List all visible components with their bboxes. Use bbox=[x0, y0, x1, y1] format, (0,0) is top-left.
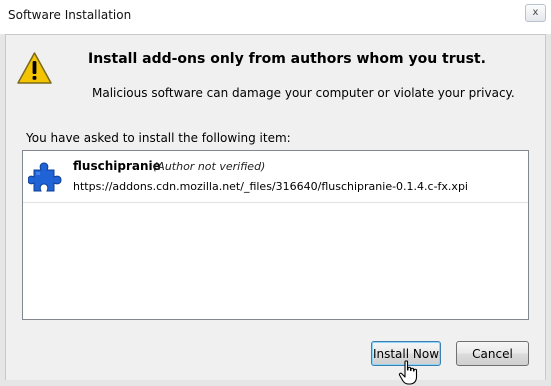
warning-triangle-icon bbox=[17, 52, 52, 84]
hand-pointer-icon bbox=[398, 360, 418, 385]
close-icon: x bbox=[532, 7, 539, 18]
item-list-label: You have asked to install the following … bbox=[26, 131, 291, 145]
dialog-heading: Install add-ons only from authors whom y… bbox=[88, 51, 486, 67]
dialog-warning-text: Malicious software can damage your compu… bbox=[92, 86, 515, 100]
window-frame-bottom bbox=[0, 380, 551, 386]
window-title: Software Installation bbox=[8, 8, 132, 22]
cancel-button[interactable]: Cancel bbox=[456, 341, 529, 366]
window-frame-right bbox=[545, 34, 551, 386]
list-item[interactable]: fluschipranie (Author not verified) http… bbox=[23, 151, 528, 203]
addon-list[interactable]: fluschipranie (Author not verified) http… bbox=[22, 150, 529, 320]
addon-name: fluschipranie bbox=[73, 159, 161, 173]
puzzle-piece-icon bbox=[28, 162, 62, 192]
addon-url: https://addons.cdn.mozilla.net/_files/31… bbox=[73, 180, 468, 193]
close-button[interactable]: x bbox=[525, 4, 546, 22]
title-bar: Software Installation x bbox=[0, 0, 551, 34]
addon-verification-status: (Author not verified) bbox=[153, 160, 266, 173]
